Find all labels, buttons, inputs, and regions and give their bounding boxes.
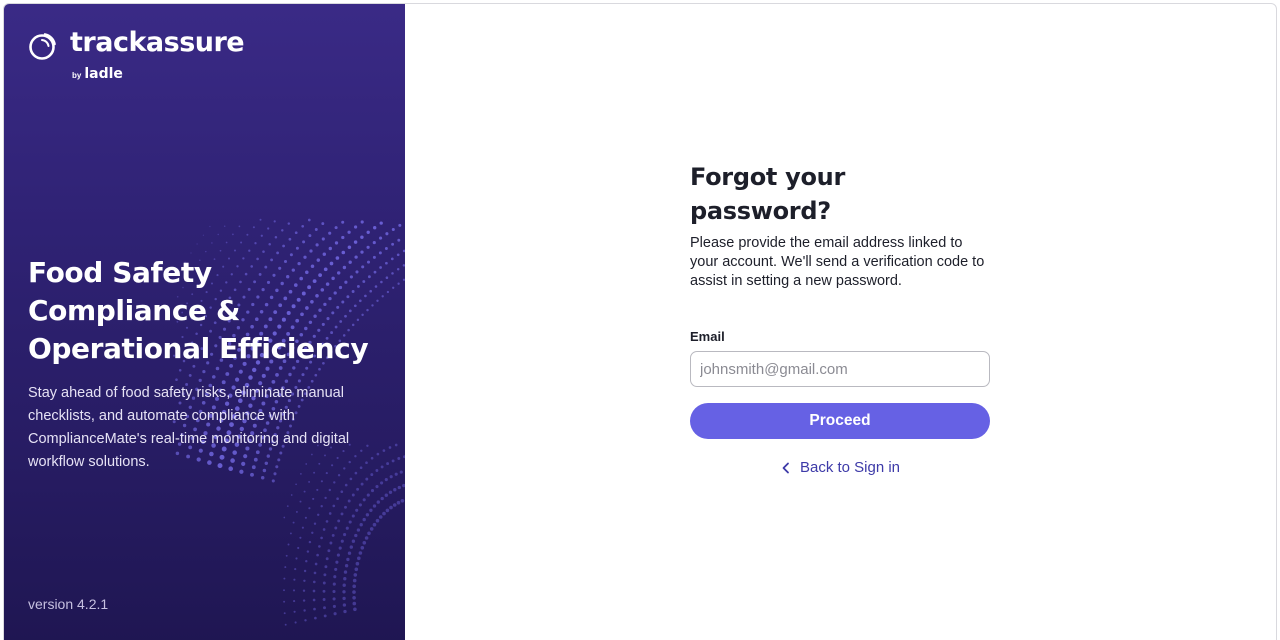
form-description: Please provide the email address linked … [690, 235, 985, 289]
back-to-sign-in-label: Back to Sign in [799, 459, 901, 476]
page-title: Forgot your password? [690, 160, 890, 228]
hero-title-line: Food Safety [28, 256, 212, 289]
version-label: version 4.2.1 [28, 596, 109, 612]
hero-title-line: Operational Efficiency [28, 332, 369, 365]
forgot-password-form: Forgot your password? Please provide the… [690, 160, 990, 476]
hero-title-line: Compliance & [28, 294, 240, 327]
brand-panel: trackassure by ladle Food Safety Complian… [4, 4, 405, 640]
brand-logo: trackassure by ladle [28, 27, 245, 82]
brand-byline: by ladle [72, 65, 123, 83]
app-window: trackassure by ladle Food Safety Complian… [3, 3, 1277, 640]
chevron-left-icon [782, 462, 789, 473]
hero-description: Stay ahead of food safety risks, elimina… [28, 385, 350, 470]
brand-name: trackassure [70, 27, 245, 58]
email-label: Email [690, 329, 725, 344]
hero-title: Food Safety Compliance & Operational Eff… [28, 254, 388, 368]
back-to-sign-in-link[interactable]: Back to Sign in [690, 459, 990, 476]
trackassure-logo-icon [29, 33, 56, 60]
email-field[interactable] [690, 351, 990, 387]
page-title-line: Forgot your [690, 163, 845, 191]
brand-parent: ladle [84, 66, 123, 82]
page-title-line: password? [690, 197, 831, 225]
proceed-button[interactable]: Proceed [690, 403, 990, 439]
brand-by: by [72, 71, 82, 80]
